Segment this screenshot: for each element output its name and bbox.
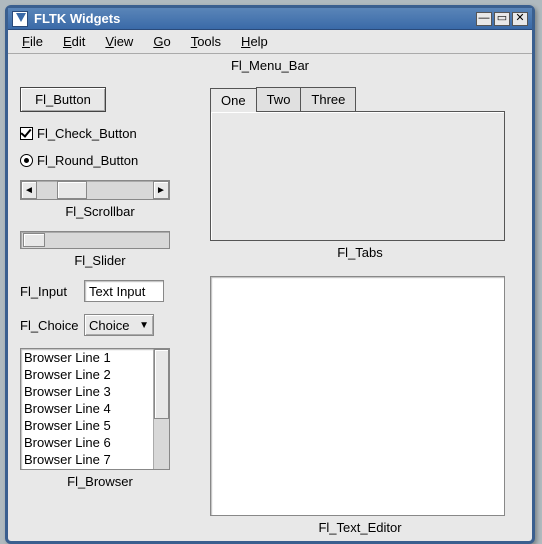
menu-label: dit [72, 34, 86, 49]
slider-thumb[interactable] [23, 233, 45, 247]
app-icon [12, 11, 28, 27]
tab-one[interactable]: One [210, 88, 257, 112]
menubar-caption: Fl_Menu_Bar [8, 54, 532, 81]
maximize-button[interactable]: ▭ [494, 12, 510, 26]
fl-scrollbar: ◄ ► [20, 180, 170, 200]
menu-label: iew [114, 34, 134, 49]
tab-three[interactable]: Three [300, 87, 356, 111]
texteditor-caption: Fl_Text_Editor [210, 520, 510, 535]
fl-button[interactable]: Fl_Button [20, 87, 106, 112]
browser-caption: Fl_Browser [20, 474, 180, 489]
fl-text-editor[interactable] [210, 276, 505, 516]
menu-go[interactable]: Go [143, 32, 180, 51]
menu-label: ile [30, 34, 43, 49]
choice-label: Fl_Choice [20, 318, 80, 333]
tab-body [210, 111, 505, 241]
browser-scrollbar[interactable] [153, 349, 169, 469]
menu-file[interactable]: File [12, 32, 53, 51]
titlebar: FLTK Widgets — ▭ ✕ [8, 8, 532, 30]
list-item[interactable]: Browser Line 6 [21, 434, 153, 451]
radio-icon [20, 154, 33, 167]
scroll-thumb[interactable] [57, 181, 87, 199]
scroll-track[interactable] [37, 181, 153, 199]
scroll-left-button[interactable]: ◄ [21, 181, 37, 199]
list-item[interactable]: Browser Line 1 [21, 349, 153, 366]
menu-edit[interactable]: Edit [53, 32, 95, 51]
menu-tools[interactable]: Tools [181, 32, 231, 51]
choice-value: Choice [89, 318, 129, 333]
list-item[interactable]: Browser Line 7 [21, 451, 153, 468]
list-item[interactable]: Browser Line 5 [21, 417, 153, 434]
check-label: Fl_Check_Button [37, 126, 137, 141]
fl-check-button[interactable]: Fl_Check_Button [20, 126, 180, 141]
list-item[interactable]: Browser Line 3 [21, 383, 153, 400]
menu-label: o [163, 34, 170, 49]
tab-two[interactable]: Two [256, 87, 302, 111]
fl-tabs: One Two Three [210, 87, 505, 241]
menu-label: ools [197, 34, 221, 49]
scroll-right-button[interactable]: ► [153, 181, 169, 199]
fl-round-button[interactable]: Fl_Round_Button [20, 153, 180, 168]
app-window: FLTK Widgets — ▭ ✕ File Edit View Go Too… [5, 5, 535, 544]
fl-browser[interactable]: Browser Line 1 Browser Line 2 Browser Li… [20, 348, 170, 470]
slider-caption: Fl_Slider [20, 253, 180, 268]
input-label: Fl_Input [20, 284, 80, 299]
chevron-down-icon: ▼ [139, 320, 149, 331]
radio-label: Fl_Round_Button [37, 153, 138, 168]
checkbox-icon [20, 127, 33, 140]
tabs-caption: Fl_Tabs [210, 245, 510, 260]
browser-scroll-thumb[interactable] [154, 349, 169, 419]
fl-slider[interactable] [20, 231, 170, 249]
list-item[interactable]: Browser Line 2 [21, 366, 153, 383]
fl-choice[interactable]: Choice ▼ [84, 314, 154, 336]
minimize-button[interactable]: — [476, 12, 492, 26]
close-button[interactable]: ✕ [512, 12, 528, 26]
menu-bar: File Edit View Go Tools Help [8, 30, 532, 54]
menu-help[interactable]: Help [231, 32, 278, 51]
window-title: FLTK Widgets [34, 11, 474, 26]
menu-label: elp [250, 34, 267, 49]
scrollbar-caption: Fl_Scrollbar [20, 204, 180, 219]
menu-view[interactable]: View [95, 32, 143, 51]
list-item[interactable]: Browser Line 4 [21, 400, 153, 417]
browser-list: Browser Line 1 Browser Line 2 Browser Li… [21, 349, 153, 469]
fl-input[interactable] [84, 280, 164, 302]
